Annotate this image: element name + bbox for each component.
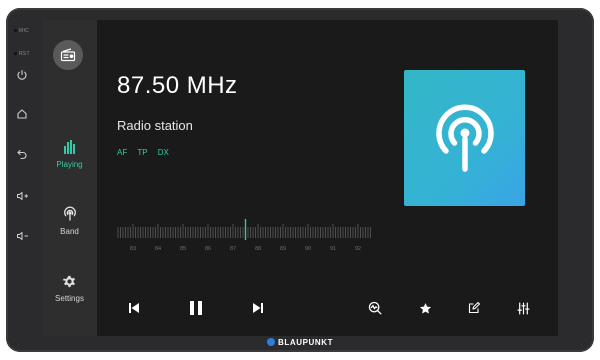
edit-button[interactable] — [464, 298, 484, 318]
sidebar: Playing Band Settings — [42, 20, 97, 336]
next-button[interactable] — [248, 298, 268, 318]
equalizer-sliders-icon — [516, 301, 530, 315]
radio-icon — [60, 48, 76, 62]
favorite-button[interactable] — [415, 298, 435, 318]
volume-down-button[interactable] — [12, 226, 32, 246]
edit-icon — [468, 302, 480, 314]
station-name: Radio station — [117, 118, 193, 133]
sidebar-item-label: Settings — [55, 294, 84, 303]
pause-icon — [190, 301, 202, 315]
tuner-label: 86 — [204, 246, 212, 252]
sidebar-item-playing[interactable]: Playing — [42, 138, 97, 169]
tuner-label: 88 — [254, 246, 262, 252]
brand-name: BLAUPUNKT — [278, 337, 334, 347]
sidebar-item-label: Band — [60, 227, 79, 236]
brand-logo-icon — [267, 338, 275, 346]
sidebar-item-band[interactable]: Band — [42, 205, 97, 236]
tuner-label: 92 — [354, 246, 362, 252]
next-icon — [253, 303, 263, 313]
tuner-label: 84 — [154, 246, 162, 252]
tuner-label: 85 — [179, 246, 187, 252]
tuner-label: 91 — [329, 246, 337, 252]
broadcast-icon — [63, 206, 76, 221]
radio-source-button[interactable] — [53, 40, 83, 70]
display-screen: Playing Band Settings 87.50 MHz Radio st… — [42, 20, 558, 336]
flag-dx: DX — [157, 148, 169, 157]
tuner-label: 87 — [229, 246, 237, 252]
broadcast-antenna-icon — [435, 104, 494, 172]
power-icon — [17, 69, 27, 80]
search-scan-icon — [368, 301, 382, 315]
gear-icon — [62, 275, 75, 287]
album-art — [404, 70, 525, 206]
back-icon — [17, 149, 27, 160]
previous-button[interactable] — [124, 298, 144, 318]
scan-button[interactable] — [365, 298, 385, 318]
star-icon — [419, 302, 431, 314]
radio-flags: AF TP DX — [117, 148, 177, 157]
back-button[interactable] — [12, 144, 32, 164]
brand-logo: BLAUPUNKT — [267, 336, 333, 348]
tuner-label: 83 — [129, 246, 137, 252]
tuner-label: 90 — [304, 246, 312, 252]
equalizer-button[interactable] — [513, 298, 533, 318]
sidebar-item-label: Playing — [56, 160, 83, 169]
previous-icon — [129, 303, 139, 313]
tuner-label: 89 — [279, 246, 287, 252]
pause-button[interactable] — [186, 298, 206, 318]
equalizer-bars-icon — [63, 140, 75, 154]
mic-label: MIC — [14, 28, 29, 34]
flag-tp: TP — [137, 148, 148, 157]
home-button[interactable] — [12, 104, 32, 124]
sidebar-item-settings[interactable]: Settings — [42, 272, 97, 303]
power-button[interactable] — [12, 65, 32, 85]
volume-up-button[interactable] — [12, 186, 32, 206]
frequency-display: 87.50 MHz — [117, 72, 238, 99]
tuner-labels: 83 84 85 86 87 88 89 90 91 92 — [117, 246, 372, 256]
home-icon — [17, 109, 27, 119]
volume-up-icon — [16, 192, 28, 200]
flag-af: AF — [117, 148, 128, 157]
frequency-tuner[interactable]: 83 84 85 86 87 88 89 90 91 92 — [117, 218, 372, 258]
tuner-scale — [117, 219, 371, 240]
volume-down-icon — [16, 232, 28, 240]
rst-label: RST — [14, 51, 30, 57]
